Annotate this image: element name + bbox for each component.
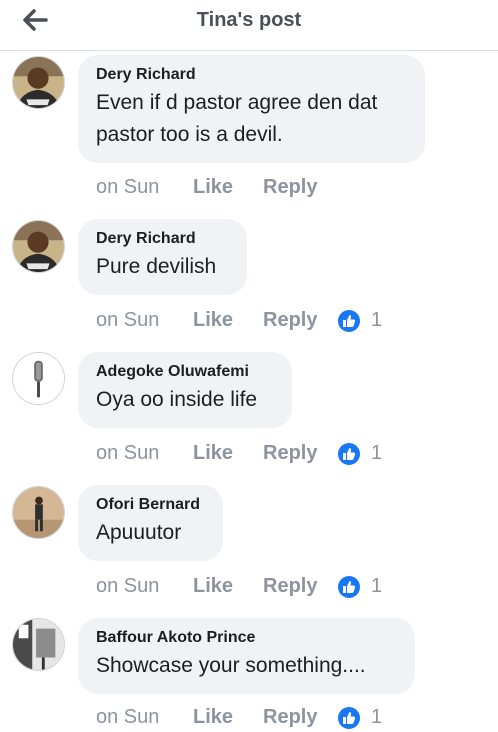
comment-text: pastor too is a devil. [96,123,283,146]
avatar[interactable] [12,56,65,109]
like-button[interactable]: Like [193,442,233,465]
comment-timestamp: on Sun [96,176,160,198]
comment-author[interactable]: Dery Richard [96,65,407,85]
comment-timestamp: on Sun [96,442,160,464]
comment-text: Pure devilish [96,255,217,278]
comment-text: Even if d pastor agree den dat [96,91,378,114]
comment-bubble: Adegoke Oluwafemi Oya oo inside life [78,352,292,428]
avatar[interactable] [12,352,65,405]
reaction-count: 1 [371,706,383,728]
like-reaction-icon[interactable] [338,310,360,332]
reply-button[interactable]: Reply [263,575,317,598]
reply-button[interactable]: Reply [263,176,317,199]
like-button[interactable]: Like [193,309,233,332]
comment-author[interactable]: Dery Richard [96,229,229,249]
comment-timestamp: on Sun [96,309,160,331]
reply-button[interactable]: Reply [263,442,317,465]
avatar[interactable] [12,220,65,273]
comment-text: Oya oo inside life [96,388,258,411]
comment-bubble: Dery Richard Even if d pastor agree den … [78,55,425,163]
top-bar: Tina's post [0,0,498,51]
page-title: Tina's post [196,9,302,31]
avatar[interactable] [12,486,65,539]
reaction-count: 1 [371,309,383,331]
like-button[interactable]: Like [193,176,233,199]
comment-timestamp: on Sun [96,575,160,597]
comment-bubble: Dery Richard Pure devilish [78,219,247,295]
avatar[interactable] [12,618,65,671]
like-button[interactable]: Like [193,706,233,729]
reaction-count: 1 [371,575,383,597]
like-reaction-icon[interactable] [338,443,360,465]
reaction-count: 1 [371,442,383,464]
comment-text: Apuuutor [96,521,182,544]
like-reaction-icon[interactable] [338,576,360,598]
reply-button[interactable]: Reply [263,309,317,332]
comment-bubble: Ofori Bernard Apuuutor [78,485,223,561]
comment-author[interactable]: Ofori Bernard [96,495,205,515]
reply-button[interactable]: Reply [263,706,317,729]
comment-bubble: Baffour Akoto Prince Showcase your somet… [78,618,415,694]
like-reaction-icon[interactable] [338,707,360,729]
comment-author[interactable]: Adegoke Oluwafemi [96,362,274,382]
comment-text: Showcase your something.... [96,654,366,677]
comment-author[interactable]: Baffour Akoto Prince [96,628,397,648]
like-button[interactable]: Like [193,575,233,598]
comment-timestamp: on Sun [96,706,160,728]
